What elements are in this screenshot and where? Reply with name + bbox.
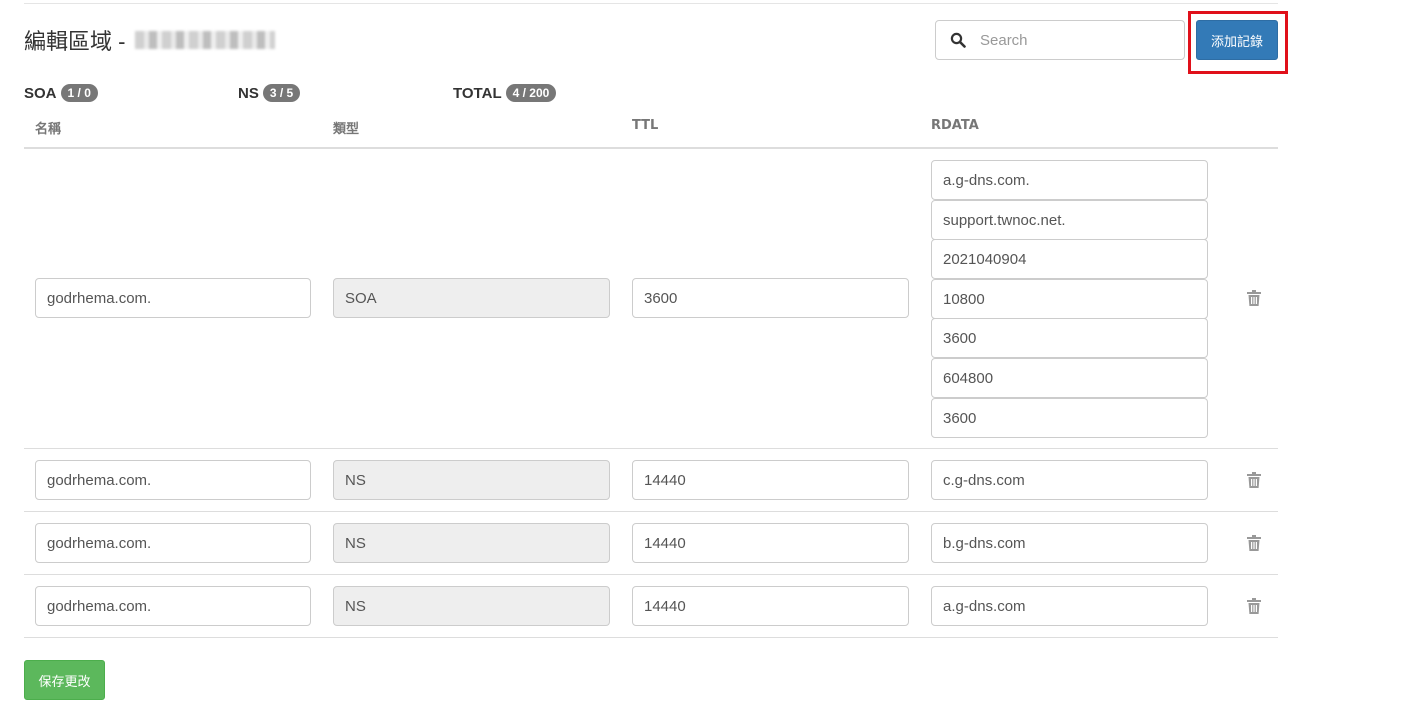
search-box[interactable]: [935, 20, 1185, 60]
counter-badge: 3 / 5: [262, 84, 301, 102]
table-header: 名稱 類型 TTL RDATA: [24, 118, 1278, 148]
column-header-type: 類型: [333, 122, 360, 137]
record-name-field[interactable]: godrhema.com.: [35, 460, 311, 500]
record-type-field: SOA: [333, 278, 610, 318]
record-counters: SOA 1 / 0 NS 3 / 5 TOTAL 4 / 200: [24, 84, 624, 104]
record-type-field: NS: [333, 586, 610, 626]
rdata-field[interactable]: 3600: [931, 318, 1208, 358]
rdata-field[interactable]: 10800: [931, 279, 1208, 319]
table-row: godrhema.com. SOA 3600 a.g-dns.com. supp…: [24, 149, 1278, 449]
record-ttl-field[interactable]: 14440: [632, 460, 909, 500]
counter-label: NS: [238, 84, 259, 102]
add-record-button[interactable]: 添加記錄: [1196, 20, 1278, 60]
record-type-field: NS: [333, 460, 610, 500]
counter-label: SOA: [24, 84, 57, 102]
counter-ns: NS 3 / 5: [238, 84, 301, 102]
table-row: godrhema.com. NS 14440 a.g-dns.com: [24, 575, 1278, 638]
redacted-zone-name: [135, 31, 276, 49]
trash-icon[interactable]: [1246, 535, 1262, 551]
top-divider: [24, 3, 1278, 4]
page-title: 編輯區域 -: [24, 24, 276, 56]
column-header-rdata: RDATA: [931, 118, 979, 133]
trash-icon[interactable]: [1246, 472, 1262, 488]
trash-icon[interactable]: [1246, 290, 1262, 306]
counter-label: TOTAL: [453, 84, 502, 102]
rdata-field[interactable]: b.g-dns.com: [931, 523, 1208, 563]
table-row: godrhema.com. NS 14440 c.g-dns.com: [24, 449, 1278, 512]
record-type-field: NS: [333, 523, 610, 563]
record-ttl-field[interactable]: 14440: [632, 586, 909, 626]
save-changes-button[interactable]: 保存更改: [24, 660, 105, 700]
column-header-name: 名稱: [35, 122, 62, 137]
rdata-field[interactable]: a.g-dns.com.: [931, 160, 1208, 200]
rdata-field[interactable]: support.twnoc.net.: [931, 200, 1208, 240]
page-title-text: 編輯區域 -: [24, 29, 126, 54]
counter-total: TOTAL 4 / 200: [453, 84, 557, 102]
rdata-field[interactable]: c.g-dns.com: [931, 460, 1208, 500]
search-icon: [936, 32, 980, 48]
rdata-field[interactable]: 2021040904: [931, 239, 1208, 279]
table-row: godrhema.com. NS 14440 b.g-dns.com: [24, 512, 1278, 575]
counter-badge: 1 / 0: [60, 84, 98, 102]
rdata-field[interactable]: a.g-dns.com: [931, 586, 1208, 626]
record-name-field[interactable]: godrhema.com.: [35, 523, 311, 563]
counter-badge: 4 / 200: [505, 84, 557, 102]
rdata-field[interactable]: 3600: [931, 398, 1208, 438]
trash-icon[interactable]: [1246, 598, 1262, 614]
record-ttl-field[interactable]: 3600: [632, 278, 909, 318]
rdata-field[interactable]: 604800: [931, 358, 1208, 398]
column-header-ttl: TTL: [632, 118, 659, 133]
record-name-field[interactable]: godrhema.com.: [35, 586, 311, 626]
record-name-field[interactable]: godrhema.com.: [35, 278, 311, 318]
record-ttl-field[interactable]: 14440: [632, 523, 909, 563]
counter-soa: SOA 1 / 0: [24, 84, 98, 102]
search-input[interactable]: [980, 22, 1175, 58]
